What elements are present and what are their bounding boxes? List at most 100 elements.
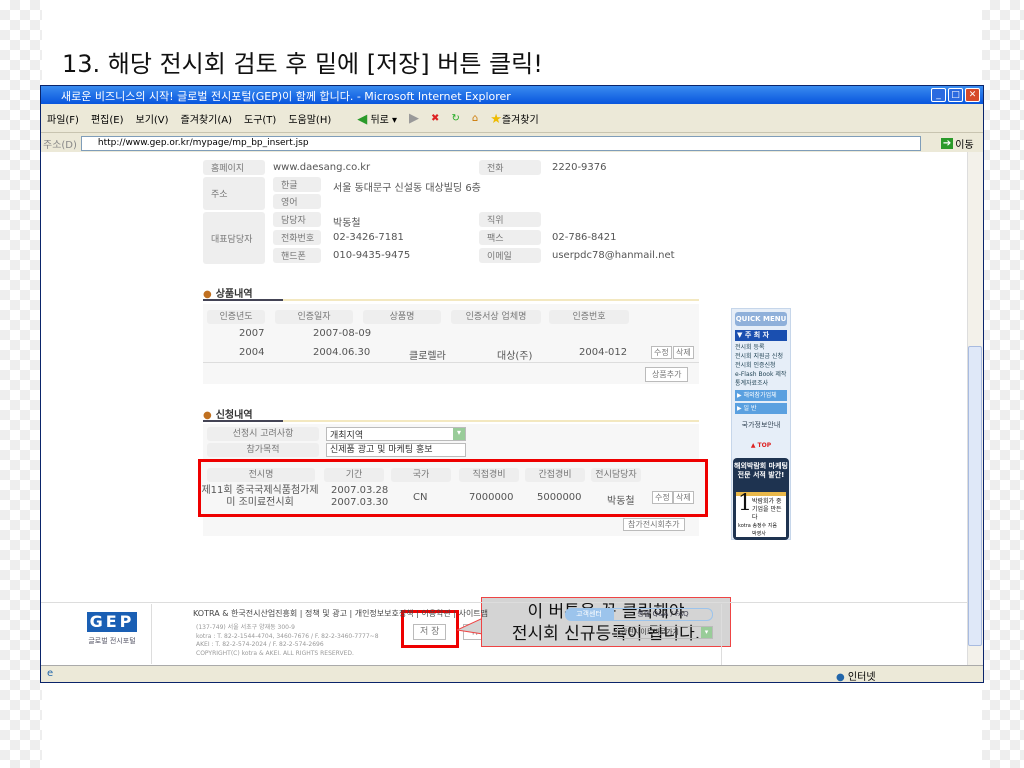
- qa-faq-link[interactable]: 통합 Q&A / FAQ: [613, 608, 713, 621]
- title-bar: 새로운 비즈니스의 시작! 글로벌 전시포털(GEP)이 함께 합니다. - M…: [41, 86, 983, 104]
- homepage-label: 홈페이지: [203, 160, 265, 175]
- period-cell: 2007.03.28 2007.03.30: [331, 485, 388, 509]
- end-date: 2007.03.30: [331, 497, 389, 508]
- address-bar: 주소(D) http://www.gep.or.kr/mypage/mp_bp_…: [41, 134, 983, 152]
- zone-label: 인터넷: [847, 672, 876, 683]
- delete-product-button[interactable]: 삭제: [673, 346, 694, 359]
- quick-menu-overseas[interactable]: ▶ 해외참가업체: [735, 390, 787, 401]
- footer-kotra: kotra : T. 82-2-1544-4704, 3460-7676 / F…: [196, 632, 379, 640]
- purpose-value: 신제품 광고 및 마케팅 홍보: [330, 445, 433, 455]
- divider: [203, 299, 699, 301]
- back-button[interactable]: ◀ 뒤로 ▾: [357, 111, 397, 127]
- add-product-button[interactable]: 상품추가: [645, 367, 689, 382]
- maximize-button[interactable]: □: [948, 88, 963, 102]
- consider-select[interactable]: 개최지역 ▾: [326, 427, 466, 441]
- slide-title: 13. 해당 전시회 검토 후 밑에 [저장] 버튼 클릭!: [62, 50, 543, 78]
- book-number: 1: [738, 491, 752, 516]
- cell: 2004-012: [579, 347, 628, 358]
- consider-value: 개최지역: [330, 431, 364, 441]
- consider-label: 선정시 고려사항: [207, 427, 319, 441]
- quick-menu-item[interactable]: 전시회 인증신청: [735, 361, 791, 370]
- quick-menu-item[interactable]: e-Flash Book 제작: [735, 370, 791, 379]
- menu-favorites[interactable]: 즐겨찾기(A): [181, 111, 232, 126]
- edit-exhibition-button[interactable]: 수정: [652, 491, 673, 504]
- cell: 2007-08-09: [313, 328, 372, 339]
- rep-label: 대표담당자: [203, 212, 265, 264]
- edit-product-button[interactable]: 수정: [651, 346, 672, 359]
- go-label[interactable]: 이동: [955, 136, 973, 151]
- english-label: 영어: [273, 194, 321, 209]
- delete-exhibition-button[interactable]: 삭제: [673, 491, 694, 504]
- go-icon[interactable]: ➔: [940, 137, 954, 149]
- instruction-callout: 이 버튼을 꼭 클릭해야전시회 신규등록이 됩니다.: [481, 597, 731, 647]
- menu-help[interactable]: 도움말(H): [288, 111, 331, 126]
- address-label: 주소(D): [43, 139, 77, 151]
- quick-menu-host[interactable]: ▼ 주 최 자: [735, 330, 787, 341]
- col-header: 전시명: [207, 468, 315, 482]
- quick-menu-list: 전시회 등록 전시회 지원금 신청 전시회 인증신청 e-Flash Book …: [735, 343, 791, 388]
- korean-label: 한글: [273, 177, 321, 192]
- back-icon: ◀: [357, 111, 368, 127]
- menu-tools[interactable]: 도구(T): [244, 111, 276, 126]
- minimize-button[interactable]: _: [931, 88, 946, 102]
- mobile-label: 핸드폰: [273, 248, 321, 263]
- quick-menu-item[interactable]: 통계자료조사: [735, 379, 791, 388]
- quick-menu-item[interactable]: 전시회 등록: [735, 343, 791, 352]
- menu-view[interactable]: 보기(V): [136, 111, 169, 126]
- menu-edit[interactable]: 편집(E): [91, 111, 124, 126]
- exhibition-name-cont: 미 조미료전시회: [226, 497, 294, 508]
- quick-menu-item[interactable]: 전시회 지원금 신청: [735, 352, 791, 361]
- quick-menu-national[interactable]: 국가정보안내: [735, 420, 787, 430]
- email-value: userpdc78@hanmail.net: [552, 250, 675, 261]
- chevron-down-icon: ▾: [453, 428, 465, 440]
- stop-icon[interactable]: ✖: [431, 113, 439, 124]
- menu-bar: 파일(F) 편집(E) 보기(V) 즐겨찾기(A) 도구(T) 도움말(H) ◀…: [41, 105, 983, 133]
- ad-publisher: 박영사: [752, 531, 766, 537]
- home-icon[interactable]: ⌂: [472, 113, 478, 124]
- footer-address: (137-749) 서울 서초구 양재동 300-9: [196, 624, 295, 631]
- menu-file[interactable]: 파일(F): [47, 111, 79, 126]
- refresh-icon[interactable]: ↻: [451, 113, 459, 124]
- position-label: 직위: [479, 212, 541, 227]
- gep-logo[interactable]: GEP: [87, 612, 137, 632]
- divider: [151, 604, 152, 664]
- phone-value: 2220-9376: [552, 162, 607, 173]
- page-content: 홈페이지 www.daesang.co.kr 전화 2220-9376 주소 한…: [41, 152, 967, 665]
- application-section-title: 신청내역: [203, 406, 253, 421]
- divider: [203, 420, 699, 422]
- fax-label: 팩스: [479, 230, 541, 245]
- quick-menu-title: QUICK MENU: [735, 312, 787, 326]
- footer-links[interactable]: KOTRA & 한국전시산업진흥회 | 정책 및 광고 | 개인정보보호정책 |…: [193, 608, 488, 619]
- save-button[interactable]: 저 장: [413, 624, 447, 640]
- col-header: 전시담당자: [591, 468, 641, 482]
- ad-book-title: 박람회가 중기업을 만든다: [752, 498, 782, 521]
- divider: [203, 362, 699, 363]
- browser-window: 새로운 비즈니스의 시작! 글로벌 전시포털(GEP)이 함께 합니다. - M…: [40, 85, 984, 683]
- cell: 2004: [239, 347, 265, 358]
- col-header: 인증번호: [549, 310, 629, 324]
- manager-cell: 박동철: [607, 496, 635, 507]
- favorites-button[interactable]: ★즐겨찾기: [490, 111, 538, 127]
- related-sites-value: 관련사이트바로가기: [621, 628, 679, 636]
- close-button[interactable]: ✕: [965, 88, 980, 102]
- star-icon: ★: [490, 111, 502, 127]
- top-button[interactable]: ▲ TOP: [735, 442, 787, 449]
- purpose-select[interactable]: 신제품 광고 및 마케팅 홍보: [326, 443, 466, 457]
- homepage-value: www.daesang.co.kr: [273, 162, 371, 173]
- quick-menu-general[interactable]: ▶ 일 반: [735, 403, 787, 414]
- address-input[interactable]: http://www.gep.or.kr/mypage/mp_bp_insert…: [80, 135, 921, 151]
- products-section-title: 상품내역: [203, 285, 253, 300]
- phone-label: 전화: [479, 160, 541, 175]
- col-header: 직접경비: [459, 468, 519, 482]
- add-exhibition-button[interactable]: 참가전시회추가: [623, 518, 685, 531]
- forward-icon[interactable]: ▶: [409, 111, 419, 126]
- footer-info: (137-749) 서울 서초구 양재동 300-9 kotra : T. 82…: [196, 624, 379, 658]
- related-sites-select[interactable]: 관련사이트바로가기 ▾: [617, 626, 713, 639]
- col-header: 기간: [324, 468, 384, 482]
- scrollbar-thumb[interactable]: [968, 346, 982, 646]
- mobile-value: 010-9435-9475: [333, 250, 411, 261]
- internet-zone: ● 인터넷: [836, 668, 876, 683]
- col-header: 상품명: [363, 310, 441, 324]
- book-cover: 1 박람회가 중기업을 만든다 kotra 송정수 지음 박영사: [736, 492, 786, 537]
- footer-divider: [41, 602, 967, 603]
